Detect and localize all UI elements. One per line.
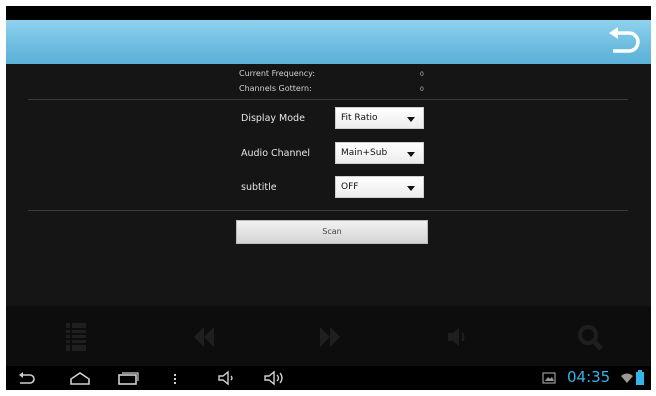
previous-icon	[194, 327, 214, 347]
volume-up-button[interactable]	[262, 369, 286, 387]
next-button[interactable]	[310, 320, 350, 354]
nav-home-icon	[70, 372, 90, 385]
channel-list-icon	[66, 323, 86, 351]
chevron-down-icon	[407, 152, 415, 157]
subtitle-select[interactable]: OFF	[335, 176, 424, 198]
current-frequency-label: Current Frequency:	[239, 69, 316, 78]
audio-channel-label: Audio Channel	[241, 148, 311, 159]
title-bar	[6, 20, 651, 64]
scan-button[interactable]: Scan	[236, 220, 428, 244]
volume-down-button[interactable]	[216, 369, 238, 387]
divider	[28, 99, 628, 100]
wifi-icon	[621, 373, 633, 383]
subtitle-value: OFF	[341, 182, 359, 192]
search-button[interactable]	[570, 320, 610, 354]
previous-button[interactable]	[184, 320, 224, 354]
nav-back-icon	[19, 372, 35, 384]
volume-icon	[448, 328, 465, 346]
current-frequency-value: 0	[420, 71, 424, 78]
tv-screen: Current Frequency: 0 Channels Gottern: 0…	[6, 6, 651, 390]
back-arrow-icon	[609, 27, 640, 53]
nav-menu-button[interactable]	[170, 369, 180, 387]
audio-channel-value: Main+Sub	[341, 148, 388, 158]
channels-gotten-value: 0	[420, 86, 424, 93]
display-mode-label: Display Mode	[241, 113, 305, 124]
display-mode-select[interactable]: Fit Ratio	[335, 107, 424, 129]
chevron-down-icon	[407, 117, 415, 122]
status-clock: 04:35	[567, 368, 611, 386]
channels-gotten-label: Channels Gottern:	[239, 84, 312, 93]
battery-icon	[636, 370, 644, 385]
display-mode-value: Fit Ratio	[341, 113, 378, 123]
chevron-down-icon	[407, 186, 415, 191]
nav-menu-icon	[174, 374, 176, 384]
back-button[interactable]	[605, 24, 645, 60]
gallery-icon	[542, 372, 556, 384]
playback-controls	[6, 306, 651, 366]
volume-down-icon	[218, 370, 233, 386]
system-nav-bar: 04:35	[6, 366, 651, 390]
nav-home-button[interactable]	[68, 369, 92, 387]
divider	[28, 210, 628, 211]
audio-channel-select[interactable]: Main+Sub	[335, 142, 424, 164]
next-icon	[320, 327, 340, 347]
nav-recents-icon	[118, 372, 139, 385]
volume-up-icon	[264, 370, 283, 386]
channel-list-button[interactable]	[56, 320, 96, 354]
nav-recents-button[interactable]	[116, 369, 140, 387]
settings-panel: Current Frequency: 0 Channels Gottern: 0…	[6, 64, 651, 306]
volume-button[interactable]	[438, 320, 478, 354]
nav-back-button[interactable]	[16, 369, 38, 387]
search-icon	[578, 325, 603, 351]
subtitle-label: subtitle	[241, 182, 277, 193]
